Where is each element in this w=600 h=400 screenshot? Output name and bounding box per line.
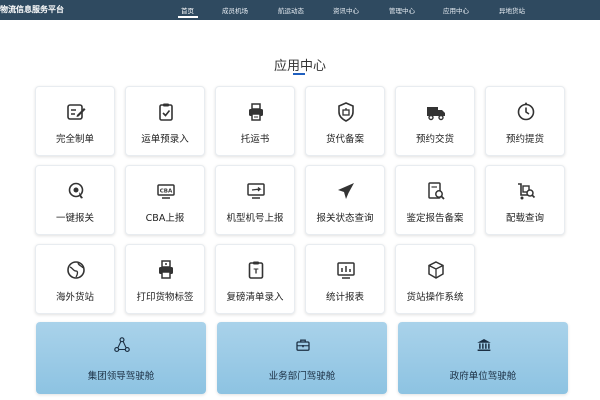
app-tile-reweigh-list-entry[interactable]: T 复磅清单录入 xyxy=(215,244,295,314)
cba-monitor-icon: CBA xyxy=(157,184,175,199)
nav-item-flight-dynamics[interactable]: 航运动态 xyxy=(278,5,304,15)
app-tile-label: 报关状态查询 xyxy=(316,213,374,224)
app-tile-label: 海外货站 xyxy=(55,292,94,303)
app-tile-cargo-station-os[interactable]: 货站操作系统 xyxy=(395,244,475,314)
printer-icon xyxy=(249,103,263,121)
app-tile-label: 复磅清单录入 xyxy=(226,292,284,303)
delivery-truck-icon xyxy=(427,107,445,121)
app-tile-aircraft-number-report[interactable]: 机型机号上报 xyxy=(215,165,295,235)
app-tile-label: 货代备案 xyxy=(325,134,364,145)
cockpit-card-label: 业务部门驾驶舱 xyxy=(268,371,336,382)
nav-item-member-airports[interactable]: 成员机场 xyxy=(222,5,248,15)
section-title: 应用中心 xyxy=(273,59,326,74)
cockpit-card-government-units[interactable]: 政府单位驾驶舱 xyxy=(398,322,568,394)
app-tile-stowage-query[interactable]: 配载查询 xyxy=(485,165,565,235)
app-tile-label: 统计报表 xyxy=(325,292,364,303)
cockpit-card-group-leaders[interactable]: 集团领导驾驶舱 xyxy=(36,322,206,394)
app-tile-delivery-appointment[interactable]: 预约交货 xyxy=(395,86,475,156)
app-tile-forwarder-filing[interactable]: 货代备案 xyxy=(305,86,385,156)
clipboard-list-icon: T xyxy=(248,261,264,279)
app-tile-label: 运单预录入 xyxy=(141,134,189,145)
app-tile-label: 打印货物标签 xyxy=(136,292,194,303)
network-nodes-icon xyxy=(114,337,130,353)
clock-icon xyxy=(517,102,535,121)
app-tile-label: 预约交货 xyxy=(415,134,454,145)
nav-item-management-center[interactable]: 管理中心 xyxy=(389,5,415,15)
app-tile-statistical-report[interactable]: 统计报表 xyxy=(305,244,385,314)
clipboard-check-icon xyxy=(159,103,173,121)
app-tile-label: 一键报关 xyxy=(55,213,94,224)
app-tile-appraisal-report-filing[interactable]: 鉴定报告备案 xyxy=(395,165,475,235)
label-printer-icon xyxy=(159,260,173,279)
app-tile-label: 托运书 xyxy=(240,134,270,145)
app-tile-one-click-declaration[interactable]: 一键报关 xyxy=(35,165,115,235)
document-edit-icon xyxy=(67,104,86,120)
app-tile-label: CBA上报 xyxy=(145,213,185,224)
briefcase-icon xyxy=(296,339,310,351)
app-tile-label: 机型机号上报 xyxy=(226,213,284,224)
nav-item-remote-cargo-station[interactable]: 异地货站 xyxy=(499,5,525,15)
nav-item-application-center[interactable]: 应用中心 xyxy=(443,5,469,15)
site-brand[interactable]: 物流信息服务平台 xyxy=(0,4,64,15)
government-building-icon xyxy=(477,339,491,351)
app-tile-consignment-note[interactable]: 托运书 xyxy=(215,86,295,156)
monitor-plane-icon xyxy=(247,183,265,199)
app-tile-print-cargo-label[interactable]: 打印货物标签 xyxy=(125,244,205,314)
app-tile-label: 预约提货 xyxy=(505,134,544,145)
app-tile-pickup-appointment[interactable]: 预约提货 xyxy=(485,86,565,156)
cockpit-card-label: 集团领导驾驶舱 xyxy=(87,371,155,382)
chart-screen-icon xyxy=(337,262,355,279)
app-tile-complete-waybill[interactable]: 完全制单 xyxy=(35,86,115,156)
active-nav-indicator xyxy=(178,16,198,18)
airplane-icon xyxy=(338,183,354,199)
globe-touch-icon xyxy=(68,182,84,199)
section-title-underline xyxy=(293,73,305,75)
nav-item-home[interactable]: 首页 xyxy=(181,5,194,15)
app-tile-declaration-status-query[interactable]: 报关状态查询 xyxy=(305,165,385,235)
world-globe-icon xyxy=(67,261,85,279)
svg-text:T: T xyxy=(254,268,259,276)
report-search-icon xyxy=(428,182,445,200)
app-tile-overseas-cargo-station[interactable]: 海外货站 xyxy=(35,244,115,314)
nav-item-news-center[interactable]: 资讯中心 xyxy=(333,5,359,15)
cart-search-icon xyxy=(518,183,536,200)
package-box-icon xyxy=(428,261,444,279)
cockpit-card-label: 政府单位驾驶舱 xyxy=(449,371,517,382)
app-tile-waybill-pre-entry[interactable]: 运单预录入 xyxy=(125,86,205,156)
svg-text:CBA: CBA xyxy=(160,189,173,195)
app-tile-label: 货站操作系统 xyxy=(406,292,464,303)
shield-badge-icon xyxy=(338,102,354,122)
app-tile-label: 完全制单 xyxy=(55,134,94,145)
app-tile-label: 鉴定报告备案 xyxy=(406,213,464,224)
cockpit-card-business-department[interactable]: 业务部门驾驶舱 xyxy=(217,322,387,394)
app-tile-cba-report[interactable]: CBA CBA上报 xyxy=(125,165,205,235)
top-navigation-bar: 物流信息服务平台 首页 成员机场 航运动态 资讯中心 管理中心 应用中心 异地货… xyxy=(0,0,600,20)
app-tile-label: 配载查询 xyxy=(505,213,544,224)
